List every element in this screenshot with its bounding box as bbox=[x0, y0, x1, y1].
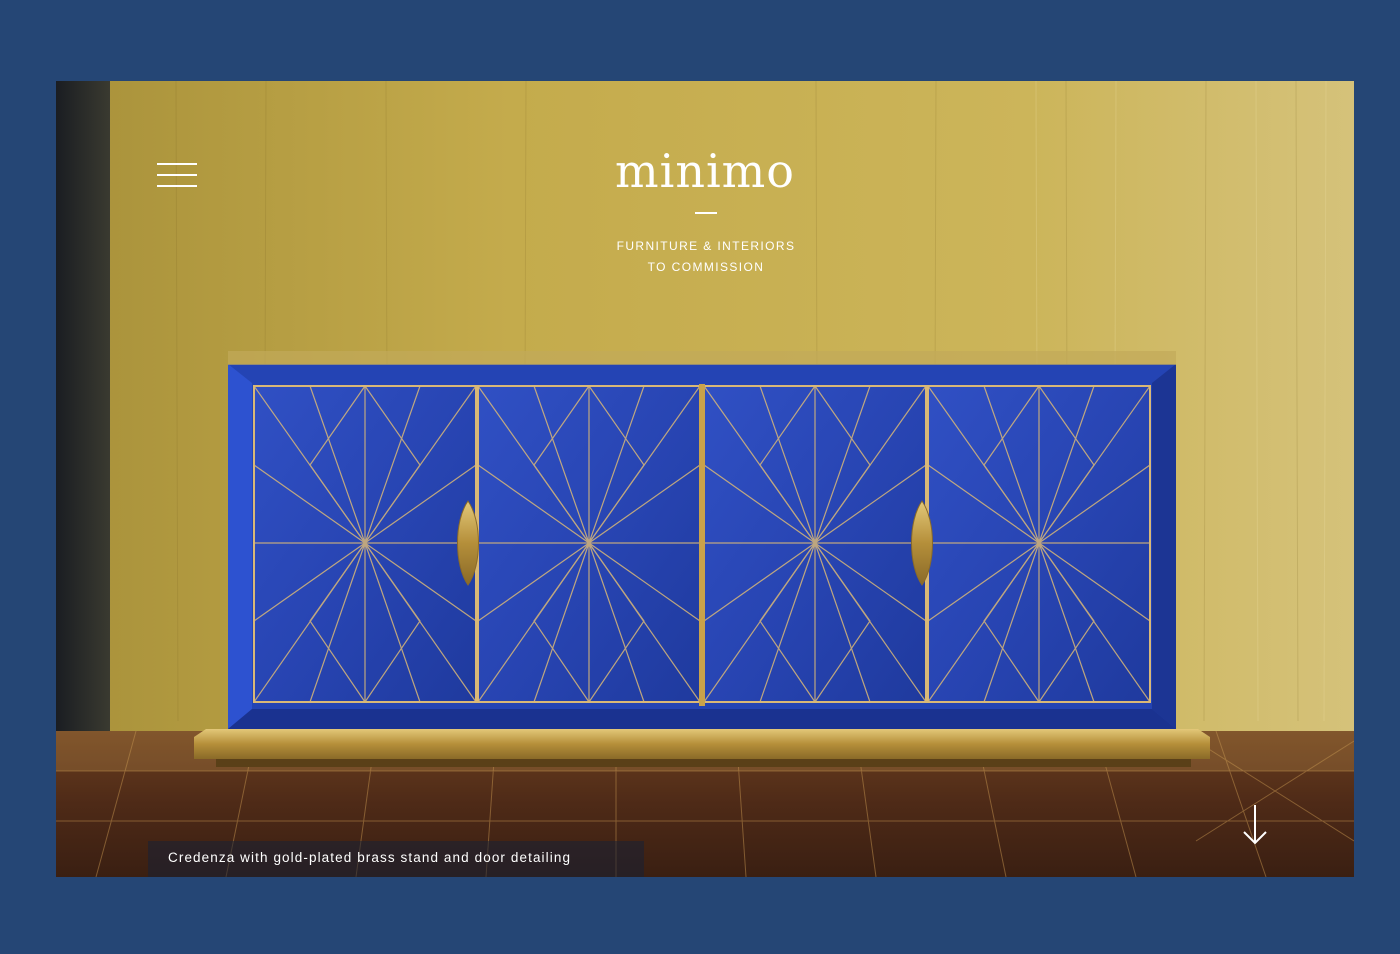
door-panels bbox=[253, 384, 1151, 706]
menu-line bbox=[157, 163, 197, 165]
image-caption: Credenza with gold-plated brass stand an… bbox=[148, 841, 644, 877]
caption-text: Credenza with gold-plated brass stand an… bbox=[168, 850, 572, 865]
menu-line bbox=[157, 174, 197, 176]
logo-divider bbox=[695, 212, 717, 214]
menu-line bbox=[157, 185, 197, 187]
tagline-line-2: TO COMMISSION bbox=[647, 260, 765, 274]
arrow-down-icon[interactable] bbox=[1240, 803, 1270, 847]
tagline: FURNITURE & INTERIORS TO COMMISSION bbox=[554, 236, 858, 278]
brass-stand bbox=[194, 729, 1210, 759]
dark-column bbox=[56, 81, 110, 771]
hamburger-icon[interactable] bbox=[157, 161, 199, 191]
tagline-line-1: FURNITURE & INTERIORS bbox=[616, 239, 796, 253]
hero-section: minimo FURNITURE & INTERIORS TO COMMISSI… bbox=[56, 81, 1354, 877]
site-logo[interactable]: minimo bbox=[605, 136, 805, 206]
